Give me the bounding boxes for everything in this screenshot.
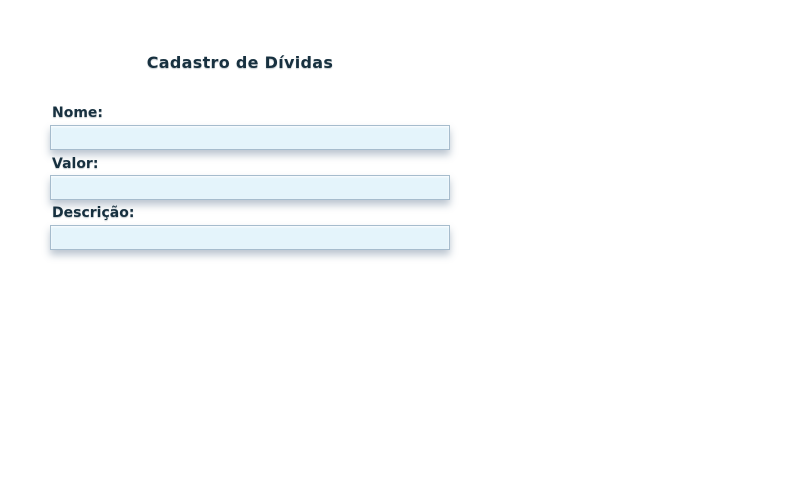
valor-input[interactable] <box>50 175 450 200</box>
nome-label: Nome: <box>52 105 104 121</box>
nome-input[interactable] <box>50 125 450 150</box>
descricao-label: Descrição: <box>52 205 135 221</box>
descricao-input[interactable] <box>50 225 450 250</box>
form-title: Cadastro de Dívidas <box>146 53 334 72</box>
valor-label: Valor: <box>52 156 99 172</box>
